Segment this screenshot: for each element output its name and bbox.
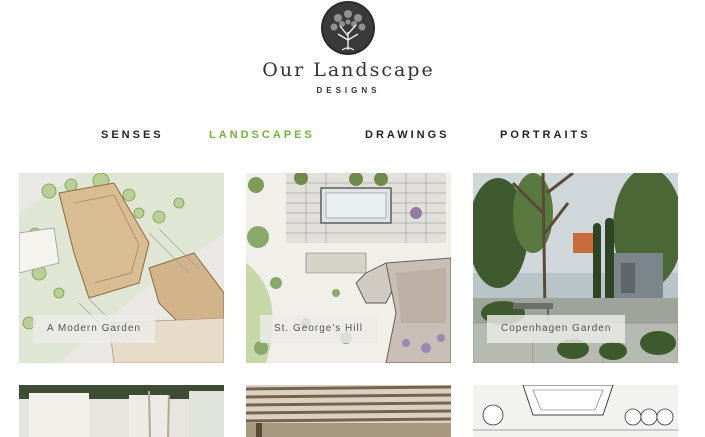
row2-image-1: [19, 385, 224, 437]
main-nav: SENSES LANDSCAPES DRAWINGS PORTRAITS: [0, 129, 705, 145]
gallery-tile-st-georges-hill[interactable]: St. George's Hill: [246, 173, 451, 363]
brand-subtitle: DESIGNS: [316, 86, 381, 95]
gallery-tile-row2-3[interactable]: [473, 385, 678, 437]
brand-title[interactable]: Our Landscape: [0, 59, 697, 81]
tile-label: St. George's Hill: [260, 315, 377, 343]
gallery-tile-row2-1[interactable]: [19, 385, 224, 437]
row2-image-3: [473, 385, 678, 437]
nav-item-senses[interactable]: SENSES: [101, 129, 164, 141]
nav-item-landscapes[interactable]: LANDSCAPES: [209, 129, 315, 141]
gallery-tile-copenhagen-garden[interactable]: Copenhagen Garden: [473, 173, 678, 363]
gallery-tile-row2-2[interactable]: [246, 385, 451, 437]
tile-label: A Modern Garden: [33, 315, 155, 343]
row2-image-2: [246, 385, 451, 437]
gallery-tile-modern-garden[interactable]: A Modern Garden: [19, 173, 224, 363]
nav-item-portraits[interactable]: PORTRAITS: [500, 129, 591, 141]
logo-tree-icon[interactable]: [320, 0, 376, 56]
page: Our Landscape DESIGNS SENSES LANDSCAPES …: [0, 0, 705, 437]
tile-label: Copenhagen Garden: [487, 315, 626, 343]
nav-item-drawings[interactable]: DRAWINGS: [365, 129, 450, 141]
